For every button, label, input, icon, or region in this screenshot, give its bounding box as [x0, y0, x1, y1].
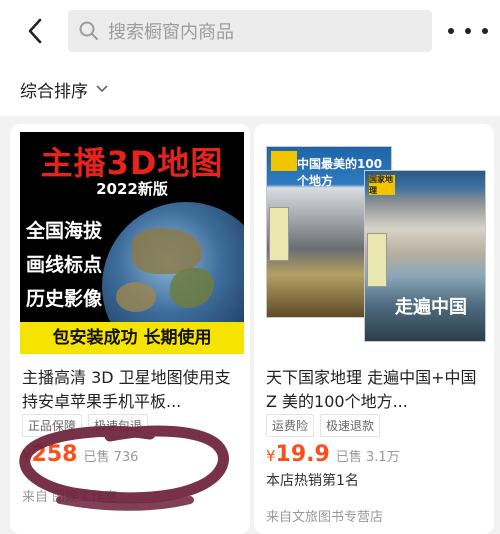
product-price: 258	[31, 442, 78, 467]
sort-dropdown[interactable]: 综合排序	[20, 77, 88, 102]
more-dot	[465, 28, 471, 34]
image-year: 2022新版	[96, 180, 168, 198]
product-card[interactable]: 中国最美的100个地方 国家地理 走遍中国 天下国家地理 走遍中国+中国 Z 美…	[254, 124, 494, 534]
sold-count: 已售 3.1万	[335, 450, 400, 465]
product-tag: 极速包退	[88, 414, 149, 437]
product-price: 19.9	[275, 442, 330, 467]
shop-link[interactable]: 来自文旅图书专营店	[266, 506, 383, 525]
sort-bar: 综合排序	[0, 62, 500, 116]
product-image[interactable]: 主播3D地图 2022新版 全国海拔 画线标点 历史影像 包安装成功 长期使用	[20, 132, 244, 354]
currency-symbol: ¥	[266, 447, 276, 465]
more-button[interactable]	[448, 22, 488, 40]
chevron-left-icon	[28, 18, 42, 44]
currency-symbol: ¥	[22, 447, 32, 465]
product-card[interactable]: 主播3D地图 2022新版 全国海拔 画线标点 历史影像 包安装成功 长期使用 …	[10, 124, 250, 534]
chevron-down-icon[interactable]	[96, 84, 108, 94]
image-feature: 全国海拔	[26, 220, 103, 242]
more-horizontal-icon	[448, 28, 454, 34]
product-tag: 极速退款	[320, 414, 381, 437]
search-input[interactable]: 搜索橱窗内商品	[68, 10, 432, 52]
image-feature: 历史影像	[26, 288, 103, 310]
shop-rank: 本店热销第1名	[266, 473, 359, 489]
book-title-front: 走遍中国	[395, 297, 467, 318]
top-bar: 搜索橱窗内商品	[0, 0, 500, 62]
product-tag: 正品保障	[22, 414, 83, 437]
image-feature: 画线标点	[26, 254, 103, 276]
land-shape	[116, 282, 156, 312]
product-image[interactable]: 中国最美的100个地方 国家地理 走遍中国	[260, 132, 488, 354]
product-tag: 运费险	[266, 414, 315, 437]
spine-tag	[269, 207, 289, 261]
product-title[interactable]: 主播高清 3D 卫星地图使用支持安卓苹果手机平板...	[22, 366, 244, 414]
product-tags: 正品保障 极速包退	[22, 414, 154, 437]
shop-link[interactable]: 来自 图娱工作室	[22, 486, 117, 505]
search-icon	[79, 21, 98, 40]
product-tags: 运费险 极速退款	[266, 414, 386, 437]
price-row: ¥ 19.9 已售 3.1万	[266, 442, 400, 467]
search-placeholder: 搜索橱窗内商品	[108, 22, 234, 43]
sold-count: 已售 736	[83, 450, 139, 465]
brand-text: 国家地理	[369, 175, 393, 195]
product-title[interactable]: 天下国家地理 走遍中国+中国 Z 美的100个地方...	[266, 366, 488, 414]
book-cover-front: 国家地理 走遍中国	[364, 170, 486, 342]
more-dot	[482, 28, 488, 34]
image-bottom-bar: 包安装成功 长期使用	[20, 322, 244, 354]
price-row: ¥ 258 已售 736	[22, 442, 138, 467]
spine-tag	[367, 233, 387, 287]
back-button[interactable]	[20, 14, 50, 48]
brand-badge	[271, 151, 297, 171]
